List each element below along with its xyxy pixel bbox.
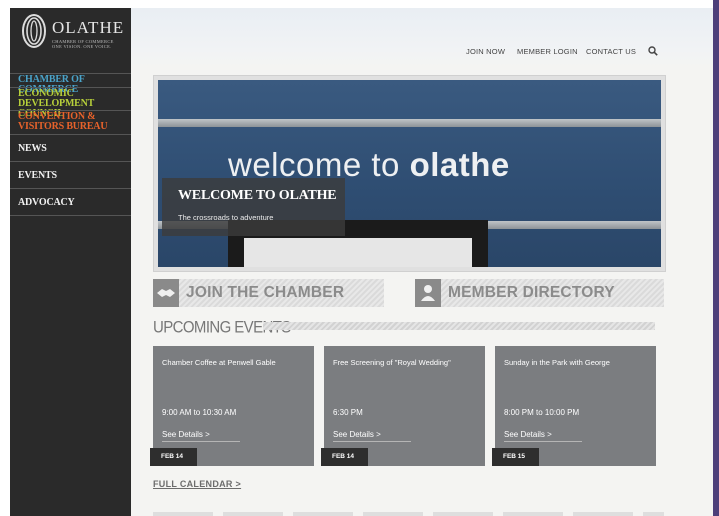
main-content: JOIN NOW MEMBER LOGIN CONTACT US welcome… — [131, 8, 713, 516]
event-title: Sunday in the Park with George — [504, 358, 610, 367]
member-directory-label: MEMBER DIRECTORY — [448, 284, 615, 301]
logo-sub-line2: ONE VISION. ONE VOICE. — [52, 44, 112, 49]
event-date-badge: FEB 14 — [321, 448, 368, 466]
org-link-cvb[interactable]: CONVENTION & VISITORS BUREAU — [18, 112, 126, 132]
hero-doorway-light — [244, 238, 472, 267]
header-background — [131, 8, 713, 68]
event-date-badge: FEB 14 — [150, 448, 197, 466]
sidebar-divider — [10, 134, 131, 135]
person-icon — [415, 279, 441, 307]
event-card[interactable]: Free Screening of "Royal Wedding" 6:30 P… — [321, 346, 485, 466]
event-card[interactable]: Sunday in the Park with George 8:00 PM t… — [492, 346, 656, 466]
logo[interactable]: OLATHE CHAMBER OF COMMERCE ONE VISION. O… — [10, 8, 123, 64]
event-title: Chamber Coffee at Penwell Gable — [162, 358, 276, 367]
event-time: 9:00 AM to 10:30 AM — [162, 408, 237, 417]
sidebar-divider — [10, 215, 131, 216]
member-login-link[interactable]: MEMBER LOGIN — [517, 47, 578, 56]
sidebar-divider — [10, 161, 131, 162]
link-underline — [504, 441, 582, 442]
full-calendar-link[interactable]: FULL CALENDAR > — [153, 479, 241, 489]
footer-strip — [153, 512, 664, 516]
frame-left — [0, 0, 10, 516]
search-icon[interactable] — [648, 46, 658, 56]
join-chamber-label: JOIN THE CHAMBER — [186, 284, 345, 301]
hero-wall-stripe — [158, 119, 661, 127]
slider-dots — [588, 262, 661, 267]
logo-rings-icon — [22, 14, 46, 48]
hero-subtitle: The crossroads to adventure — [178, 213, 274, 222]
member-directory-button[interactable]: MEMBER DIRECTORY — [415, 279, 664, 307]
hero-sign-bold: olathe — [409, 146, 510, 183]
frame-right — [713, 0, 719, 516]
see-details-link[interactable]: See Details > — [504, 430, 552, 439]
hero-slider[interactable]: welcome to olathe WELCOME TO OLATHE The … — [153, 75, 666, 272]
sidebar-item-news[interactable]: NEWS — [18, 143, 47, 154]
event-time: 6:30 PM — [333, 408, 363, 417]
see-details-link[interactable]: See Details > — [162, 430, 210, 439]
join-chamber-button[interactable]: JOIN THE CHAMBER — [153, 279, 384, 307]
link-underline — [162, 441, 240, 442]
link-underline — [333, 441, 411, 442]
join-now-link[interactable]: JOIN NOW — [466, 47, 505, 56]
event-card[interactable]: Chamber Coffee at Penwell Gable 9:00 AM … — [150, 346, 314, 466]
sidebar-divider — [10, 188, 131, 189]
event-title: Free Screening of "Royal Wedding" — [333, 358, 451, 367]
event-date-badge: FEB 15 — [492, 448, 539, 466]
hero-image: welcome to olathe WELCOME TO OLATHE The … — [158, 80, 661, 267]
logo-name: OLATHE — [52, 18, 125, 37]
logo-tagline: CHAMBER OF COMMERCE ONE VISION. ONE VOIC… — [52, 39, 114, 49]
sidebar-item-advocacy[interactable]: ADVOCACY — [18, 197, 75, 208]
hero-caption: WELCOME TO OLATHE The crossroads to adve… — [162, 178, 345, 236]
sidebar-item-events[interactable]: EVENTS — [18, 170, 57, 181]
section-divider — [263, 322, 655, 330]
contact-us-link[interactable]: CONTACT US — [586, 47, 636, 56]
event-time: 8:00 PM to 10:00 PM — [504, 408, 580, 417]
hero-title: WELCOME TO OLATHE — [178, 188, 337, 203]
handshake-icon — [153, 279, 179, 307]
see-details-link[interactable]: See Details > — [333, 430, 381, 439]
